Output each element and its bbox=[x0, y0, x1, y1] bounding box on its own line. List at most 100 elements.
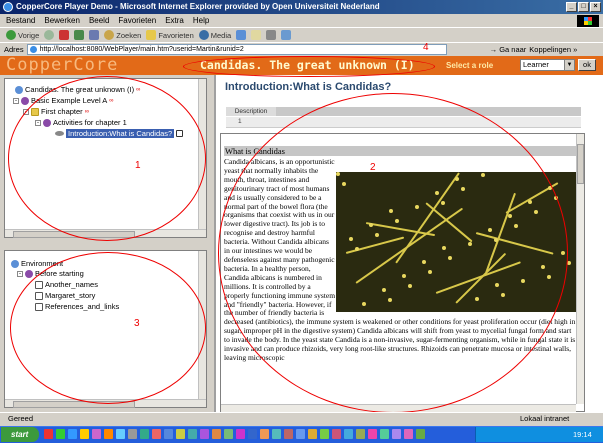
favorites-button[interactable]: Favorieten bbox=[146, 30, 194, 40]
taskbar-app-icon[interactable] bbox=[152, 429, 161, 439]
menu-file[interactable]: Bestand bbox=[6, 14, 35, 27]
tree-horizontal-scrollbar[interactable] bbox=[5, 229, 206, 238]
taskbar-app-icon[interactable] bbox=[380, 429, 389, 439]
back-button[interactable]: Vorige bbox=[6, 30, 39, 40]
environment-vertical-scrollbar[interactable] bbox=[198, 251, 206, 407]
yeast-cell bbox=[422, 260, 426, 264]
ok-button[interactable]: ok bbox=[578, 59, 596, 71]
env-item-another-names[interactable]: Another_names bbox=[35, 280, 98, 289]
taskbar-app-icon[interactable] bbox=[224, 429, 233, 439]
tree-item-act[interactable]: - First chapter ∞ bbox=[23, 107, 89, 116]
refresh-button[interactable] bbox=[74, 30, 85, 40]
yeast-cell bbox=[369, 223, 373, 227]
star-icon bbox=[146, 30, 157, 40]
links-button[interactable]: Koppelingen » bbox=[529, 45, 577, 54]
role-select-value: Learner bbox=[523, 60, 549, 69]
environment-horizontal-scrollbar[interactable] bbox=[5, 399, 206, 408]
taskbar-app-icon[interactable] bbox=[332, 429, 341, 439]
media-button[interactable]: Media bbox=[198, 30, 231, 40]
menu-tools[interactable]: Extra bbox=[165, 14, 184, 27]
taskbar-app-icon[interactable] bbox=[236, 429, 245, 439]
taskbar-app-icon[interactable] bbox=[356, 429, 365, 439]
content-body: Candida albicans, is an opportunistic ye… bbox=[224, 158, 576, 406]
history-button[interactable] bbox=[236, 30, 247, 40]
stop-button[interactable] bbox=[59, 30, 70, 40]
taskbar-app-icon[interactable] bbox=[296, 429, 305, 439]
env-item-root[interactable]: Environment bbox=[11, 259, 63, 268]
taskbar-app-icon[interactable] bbox=[68, 429, 77, 439]
taskbar-app-icon[interactable] bbox=[176, 429, 185, 439]
activity-tree-pane: Candidas. The great unknown (I) ∞ - Basi… bbox=[4, 78, 207, 238]
menu-favorites[interactable]: Favorieten bbox=[118, 14, 156, 27]
tab-number[interactable]: 1 bbox=[238, 118, 242, 125]
search-button[interactable]: Zoeken bbox=[104, 30, 141, 40]
maximize-button[interactable]: □ bbox=[578, 2, 589, 12]
tree-item-activity-structure[interactable]: - Activities for chapter 1 bbox=[35, 118, 127, 127]
chevron-down-icon[interactable]: ▼ bbox=[564, 60, 574, 70]
taskbar-app-icon[interactable] bbox=[248, 429, 257, 439]
taskbar-app-icon[interactable] bbox=[308, 429, 317, 439]
taskbar-app-icon[interactable] bbox=[404, 429, 413, 439]
completion-checkbox[interactable] bbox=[176, 130, 184, 137]
yeast-cell bbox=[475, 297, 479, 301]
tab-description[interactable]: Description bbox=[226, 107, 276, 116]
yeast-cell bbox=[455, 177, 459, 181]
taskbar-app-icon[interactable] bbox=[344, 429, 353, 439]
document-icon bbox=[35, 280, 43, 289]
start-button[interactable]: start bbox=[1, 427, 39, 442]
address-input[interactable]: http://localhost:8080/WebPlayer/main.htm… bbox=[26, 44, 447, 55]
taskbar-app-icon[interactable] bbox=[80, 429, 89, 439]
collapse-icon[interactable]: - bbox=[35, 119, 41, 126]
role-select[interactable]: Learner ▼ bbox=[520, 59, 575, 71]
env-item-before-starting[interactable]: - Before starting bbox=[17, 269, 84, 278]
home-button[interactable] bbox=[89, 30, 100, 40]
window-title-bar[interactable]: CopperCore Player Demo - Microsoft Inter… bbox=[0, 0, 603, 14]
tree-vertical-scrollbar[interactable] bbox=[198, 79, 206, 237]
taskbar-app-icon[interactable] bbox=[104, 429, 113, 439]
taskbar-app-icon[interactable] bbox=[140, 429, 149, 439]
taskbar-app-icon[interactable] bbox=[188, 429, 197, 439]
taskbar-app-icon[interactable] bbox=[116, 429, 125, 439]
scroll-thumb[interactable] bbox=[577, 144, 584, 184]
minimize-button[interactable]: _ bbox=[566, 2, 577, 12]
mail-button[interactable] bbox=[251, 30, 262, 40]
yeast-cell bbox=[561, 251, 565, 255]
go-button[interactable]: → Ga naar bbox=[490, 45, 527, 54]
taskbar-app-icon[interactable] bbox=[368, 429, 377, 439]
taskbar-app-icon[interactable] bbox=[128, 429, 137, 439]
taskbar-app-icon[interactable] bbox=[164, 429, 173, 439]
status-bar bbox=[0, 412, 603, 426]
taskbar-app-icon[interactable] bbox=[92, 429, 101, 439]
taskbar-app-icon[interactable] bbox=[392, 429, 401, 439]
tree-item-run[interactable]: Candidas. The great unknown (I) ∞ bbox=[15, 85, 140, 94]
windows-logo-icon bbox=[577, 15, 599, 27]
collapse-icon[interactable]: - bbox=[13, 97, 19, 104]
taskbar-app-icon[interactable] bbox=[56, 429, 65, 439]
menu-help[interactable]: Help bbox=[193, 14, 209, 27]
taskbar-app-icon[interactable] bbox=[260, 429, 269, 439]
env-item-margaret-story[interactable]: Margaret_story bbox=[35, 291, 95, 300]
mail-icon bbox=[251, 30, 262, 40]
yeast-cell bbox=[554, 196, 558, 200]
taskbar-app-icon[interactable] bbox=[416, 429, 425, 439]
env-item-references[interactable]: References_and_links bbox=[35, 302, 119, 311]
forward-button[interactable] bbox=[44, 30, 55, 40]
collapse-icon[interactable]: - bbox=[23, 108, 29, 115]
menu-edit[interactable]: Bewerken bbox=[44, 14, 80, 27]
print-button[interactable] bbox=[266, 30, 277, 40]
taskbar-app-icon[interactable] bbox=[212, 429, 221, 439]
taskbar-app-icon[interactable] bbox=[272, 429, 281, 439]
document-icon bbox=[35, 302, 43, 311]
edit-button[interactable] bbox=[281, 30, 292, 40]
taskbar-app-icon[interactable] bbox=[200, 429, 209, 439]
tree-item-learning-activity[interactable]: Introduction:What is Candidas? bbox=[55, 129, 184, 138]
content-vertical-scrollbar[interactable] bbox=[576, 134, 584, 404]
menu-view[interactable]: Beeld bbox=[89, 14, 109, 27]
collapse-icon[interactable]: - bbox=[17, 270, 23, 277]
content-horizontal-scrollbar[interactable] bbox=[221, 404, 576, 412]
close-button[interactable]: × bbox=[590, 2, 601, 12]
taskbar-app-icon[interactable] bbox=[320, 429, 329, 439]
tree-item-play[interactable]: - Basic Example Level A ∞ bbox=[13, 96, 114, 105]
taskbar-app-icon[interactable] bbox=[284, 429, 293, 439]
taskbar-app-icon[interactable] bbox=[44, 429, 53, 439]
